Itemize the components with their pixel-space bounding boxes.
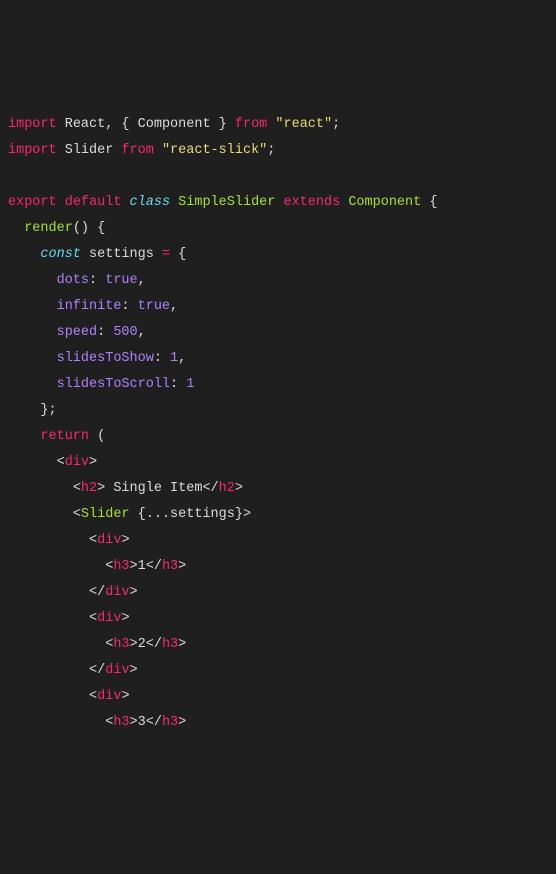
jsx-tag-div: div xyxy=(97,533,121,548)
jsx-tag-h2: h2 xyxy=(219,481,235,496)
ident-component: Component xyxy=(138,117,211,132)
ident-settings: settings xyxy=(81,247,162,262)
kw-import: import xyxy=(8,117,57,132)
text-3: 3 xyxy=(138,715,146,730)
val-1: 1 xyxy=(186,377,194,392)
jsx-tag-slider: Slider xyxy=(81,507,130,522)
prop-slidestoshow: slidesToShow xyxy=(57,351,154,366)
text-1: 1 xyxy=(138,559,146,574)
jsx-tag-h3: h3 xyxy=(162,559,178,574)
spread-settings: {...settings} xyxy=(130,507,243,522)
text-single-item: Single Item xyxy=(105,481,202,496)
jsx-tag-div: div xyxy=(97,611,121,626)
val-1: 1 xyxy=(170,351,178,366)
kw-extends: extends xyxy=(284,195,341,210)
val-true: true xyxy=(105,273,137,288)
string-react-slick: "react-slick" xyxy=(162,143,267,158)
prop-infinite: infinite xyxy=(57,299,122,314)
kw-from: from xyxy=(121,143,153,158)
ident-slider: Slider xyxy=(65,143,114,158)
code-block: import React, { Component } from "react"… xyxy=(8,112,548,736)
class-name-simpleslider: SimpleSlider xyxy=(178,195,275,210)
jsx-tag-h3: h3 xyxy=(113,559,129,574)
method-render: render xyxy=(24,221,73,236)
prop-dots: dots xyxy=(57,273,89,288)
jsx-tag-h3: h3 xyxy=(162,715,178,730)
kw-export: export xyxy=(8,195,57,210)
ident-react: React xyxy=(65,117,106,132)
kw-default: default xyxy=(65,195,122,210)
jsx-tag-div: div xyxy=(105,585,129,600)
jsx-tag-h3: h3 xyxy=(113,715,129,730)
prop-slidestoscroll: slidesToScroll xyxy=(57,377,170,392)
jsx-tag-h3: h3 xyxy=(113,637,129,652)
jsx-tag-div: div xyxy=(97,689,121,704)
string-react: "react" xyxy=(275,117,332,132)
kw-return: return xyxy=(40,429,89,444)
jsx-tag-div: div xyxy=(105,663,129,678)
prop-speed: speed xyxy=(57,325,98,340)
jsx-tag-div: div xyxy=(65,455,89,470)
close-brace: }; xyxy=(40,403,56,418)
operator-eq: = xyxy=(162,247,170,262)
text-2: 2 xyxy=(138,637,146,652)
val-true: true xyxy=(138,299,170,314)
jsx-tag-h2: h2 xyxy=(81,481,97,496)
kw-from: from xyxy=(235,117,267,132)
val-500: 500 xyxy=(113,325,137,340)
kw-const: const xyxy=(40,247,81,262)
kw-import: import xyxy=(8,143,57,158)
class-name-component: Component xyxy=(348,195,421,210)
kw-class: class xyxy=(130,195,171,210)
jsx-tag-h3: h3 xyxy=(162,637,178,652)
